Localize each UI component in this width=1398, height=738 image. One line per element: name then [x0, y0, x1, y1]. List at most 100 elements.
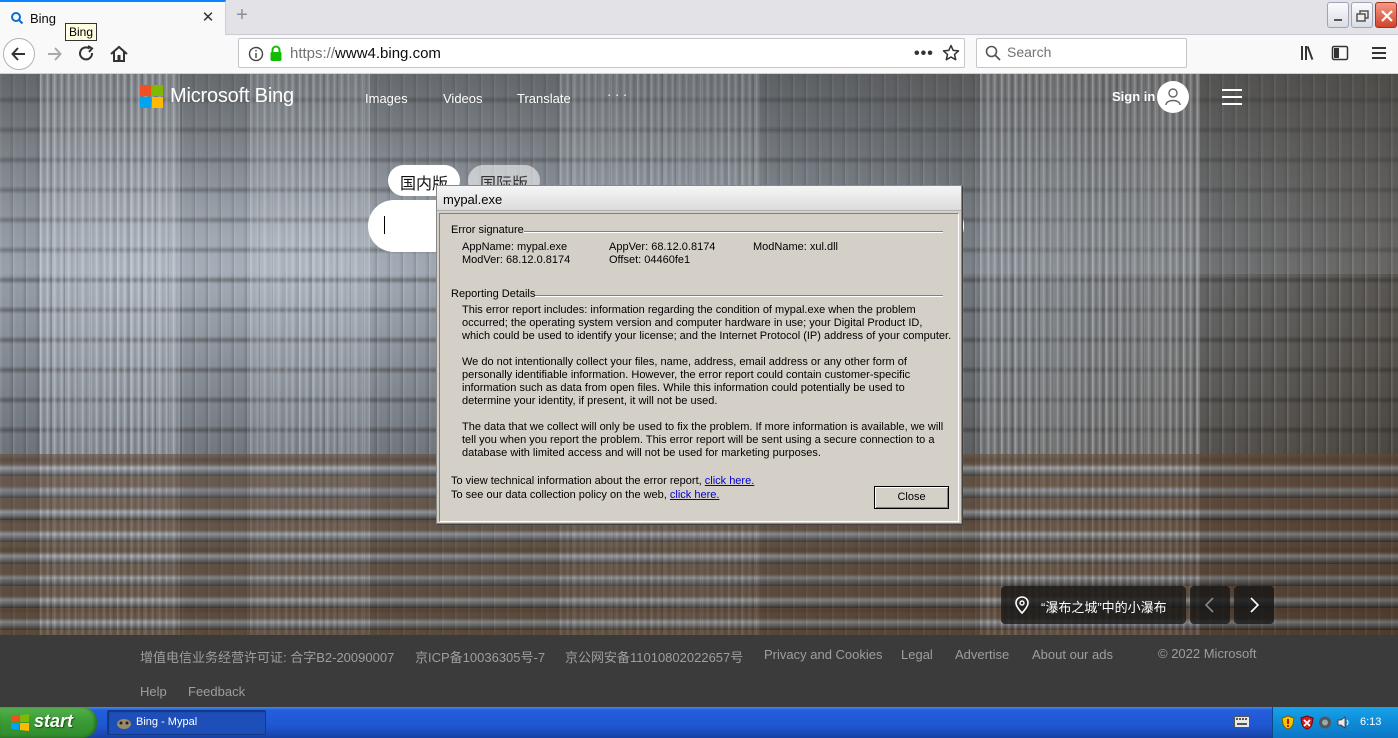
policy-link[interactable]: click here. — [670, 489, 720, 501]
url-text[interactable]: https://www4.bing.com — [290, 45, 441, 62]
bookmark-star-icon[interactable] — [942, 44, 960, 62]
page-actions-icon[interactable]: ••• — [914, 45, 934, 63]
security-alert-icon[interactable] — [1300, 715, 1314, 730]
url-scheme: https:// — [290, 45, 336, 62]
start-button[interactable]: start — [0, 707, 97, 738]
nav-images[interactable]: Images — [365, 91, 408, 106]
page-footer: 增值电信业务经营许可证: 合字B2-20090007 京ICP备10036305… — [0, 635, 1398, 707]
dialog-titlebar[interactable]: mypal.exe — [437, 186, 961, 211]
network-icon[interactable] — [1318, 715, 1332, 730]
tab-tooltip: Bing — [65, 23, 98, 41]
divider — [524, 231, 943, 233]
menu-icon[interactable] — [1370, 44, 1388, 62]
taskbar-item-label: Bing - Mypal — [136, 716, 198, 728]
system-tray: 6:13 — [1272, 707, 1398, 738]
user-icon — [1165, 88, 1181, 106]
logo-text: Microsoft Bing — [170, 85, 294, 107]
nav-videos[interactable]: Videos — [443, 91, 483, 106]
error-signature-heading: Error signature — [451, 224, 524, 236]
new-tab-icon[interactable]: + — [232, 5, 252, 26]
taskbar-item-mypal[interactable]: Bing - Mypal — [107, 710, 266, 735]
tech-info-text: To view technical information about the … — [451, 475, 702, 487]
arrow-right-icon — [48, 47, 62, 61]
footer-copyright: © 2022 Microsoft — [1158, 646, 1257, 661]
chevron-left-icon — [1204, 597, 1214, 613]
logo-square-blue — [140, 97, 151, 108]
sig-offset: Offset: 04460fe1 — [609, 254, 691, 266]
image-caption[interactable]: “瀑布之城”中的小瀑布 — [1001, 586, 1186, 624]
text-caret — [384, 216, 385, 234]
tab-title: Bing — [30, 11, 57, 26]
footer-advertise[interactable]: Advertise — [955, 647, 1009, 662]
previous-image-button[interactable] — [1190, 586, 1230, 624]
tab-strip: Bing ✕ + Bing — [0, 0, 1398, 41]
footer-privacy[interactable]: Privacy and Cookies — [764, 647, 883, 662]
volume-icon[interactable] — [1337, 715, 1351, 730]
keyboard-icon[interactable] — [1234, 715, 1250, 729]
sidebar-icon[interactable] — [1331, 44, 1349, 62]
search-input[interactable] — [1007, 44, 1177, 60]
home-button[interactable] — [103, 38, 135, 70]
minimize-icon — [1334, 19, 1342, 21]
lock-icon[interactable] — [268, 45, 284, 62]
search-icon — [985, 45, 1001, 61]
search-icon — [11, 12, 24, 25]
taskbar: start Bing - Mypal 6:13 — [0, 707, 1398, 738]
caption-text: “瀑布之城”中的小瀑布 — [1041, 600, 1167, 615]
library-icon[interactable] — [1299, 44, 1317, 62]
tech-info-line: To view technical information about the … — [451, 475, 754, 487]
footer-legal[interactable]: Legal — [901, 647, 933, 662]
footer-about-ads[interactable]: About our ads — [1032, 647, 1113, 662]
windows-flag-icon — [11, 714, 29, 731]
close-button[interactable]: Close — [874, 486, 949, 509]
footer-license[interactable]: 增值电信业务经营许可证: 合字B2-20090007 — [140, 647, 394, 666]
minimize-button[interactable] — [1327, 2, 1349, 28]
footer-icp[interactable]: 京ICP备10036305号-7 — [415, 647, 545, 666]
hamburger-menu-icon[interactable] — [1222, 89, 1242, 105]
nav-toolbar: https://www4.bing.com ••• — [0, 35, 1398, 74]
error-report-dialog: mypal.exe Error signature AppName: mypal… — [436, 185, 962, 524]
restore-icon — [1356, 10, 1369, 22]
sig-modname: ModName: xul.dll — [753, 241, 838, 253]
info-icon[interactable] — [248, 46, 264, 62]
start-label: start — [34, 711, 74, 731]
tech-info-link[interactable]: click here. — [705, 475, 755, 487]
nav-translate[interactable]: Translate — [517, 91, 571, 106]
home-icon — [110, 45, 128, 62]
forward-button[interactable] — [39, 38, 71, 70]
next-image-button[interactable] — [1234, 586, 1274, 624]
clock[interactable]: 6:13 — [1360, 716, 1381, 728]
reporting-details-heading: Reporting Details — [451, 288, 536, 300]
arrow-left-icon — [11, 47, 25, 61]
avatar[interactable] — [1157, 81, 1189, 113]
nav-more[interactable]: · · · — [607, 87, 627, 102]
sig-appver: AppVer: 68.12.0.8174 — [609, 241, 716, 253]
dialog-title: mypal.exe — [443, 192, 503, 207]
sig-appname: AppName: mypal.exe — [462, 241, 568, 253]
hamburger-line — [1222, 96, 1242, 98]
url-host: www4.bing.com — [335, 45, 441, 62]
browser-tab-bing[interactable]: Bing ✕ — [0, 0, 226, 35]
restore-button[interactable] — [1351, 2, 1373, 28]
logo-square-red — [140, 85, 151, 96]
window-close-button[interactable] — [1375, 2, 1397, 28]
footer-feedback[interactable]: Feedback — [188, 684, 245, 699]
sign-in-link[interactable]: Sign in — [1112, 89, 1155, 104]
back-button[interactable] — [3, 38, 35, 70]
reload-button[interactable] — [71, 38, 103, 70]
logo-square-green — [152, 85, 163, 96]
mypal-app-icon — [117, 719, 131, 729]
report-paragraph-2: We do not intentionally collect your fil… — [462, 356, 911, 407]
reload-icon — [79, 45, 94, 61]
policy-text: To see our data collection policy on the… — [451, 489, 667, 501]
hamburger-line — [1222, 89, 1242, 91]
footer-help[interactable]: Help — [140, 684, 167, 699]
search-bar[interactable] — [976, 38, 1187, 68]
policy-line: To see our data collection policy on the… — [451, 489, 719, 501]
hamburger-line — [1222, 103, 1242, 105]
tab-close-icon[interactable]: ✕ — [200, 10, 216, 26]
divider — [535, 295, 943, 297]
footer-security-filing[interactable]: 京公网安备11010802022657号 — [565, 647, 743, 666]
shield-icon[interactable] — [1281, 715, 1295, 730]
address-bar[interactable]: https://www4.bing.com ••• — [238, 38, 965, 68]
